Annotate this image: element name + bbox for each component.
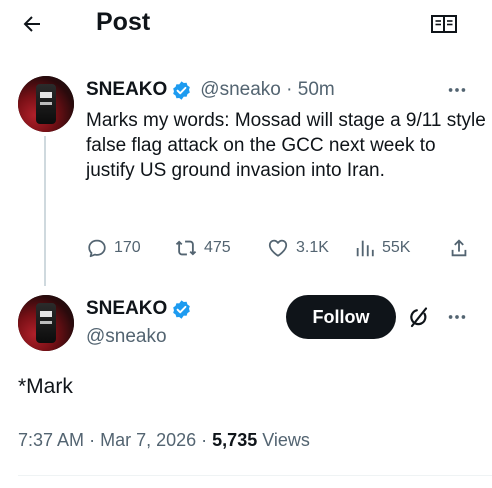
- reply-count: 170: [114, 239, 141, 256]
- parent-avatar[interactable]: [18, 76, 74, 132]
- reply-post-header: SNEAKO: [86, 296, 192, 322]
- follow-button[interactable]: Follow: [286, 295, 396, 339]
- views-label: Views: [262, 430, 310, 450]
- grok-button[interactable]: [404, 302, 434, 332]
- reply-more-button[interactable]: [442, 302, 472, 332]
- views-button[interactable]: 55K: [354, 232, 410, 264]
- share-button[interactable]: [448, 232, 470, 264]
- parent-post-header: SNEAKO @sneako · 50m: [86, 77, 335, 103]
- parent-handle-time: @sneako · 50m: [200, 78, 334, 102]
- post-meta: 7:37 AM · Mar 7, 2026 · 5,735 Views: [18, 427, 310, 453]
- share-icon: [451, 239, 467, 257]
- grok-slash-circle-icon: [410, 307, 428, 328]
- like-button[interactable]: 3.1K: [266, 232, 329, 264]
- more-horizontal-icon: [448, 88, 466, 92]
- parent-more-button[interactable]: [442, 75, 472, 105]
- parent-post-text: Marks my words: Mossad will stage a 9/11…: [86, 110, 486, 181]
- parent-display-name[interactable]: SNEAKO: [86, 78, 167, 102]
- reply-post-text: *Mark: [18, 375, 73, 398]
- verified-badge-icon: [171, 299, 192, 320]
- repost-button[interactable]: 475: [174, 232, 231, 264]
- back-button[interactable]: [14, 6, 50, 42]
- repost-icon: [175, 240, 197, 256]
- views-count: 5,735: [212, 430, 258, 450]
- more-horizontal-icon: [448, 315, 466, 319]
- analytics-bars-icon: [356, 240, 374, 257]
- post-time[interactable]: 7:37 AM: [18, 430, 84, 450]
- open-book-icon: [431, 15, 457, 33]
- reply-handle[interactable]: @sneako: [86, 325, 167, 349]
- parent-action-bar: 170 475 3.1K 55K: [82, 232, 478, 264]
- reply-avatar[interactable]: [18, 295, 74, 351]
- post-date[interactable]: Mar 7, 2026: [100, 430, 196, 450]
- parent-handle[interactable]: @sneako: [200, 79, 281, 100]
- meta-dot: ·: [89, 430, 96, 450]
- like-count: 3.1K: [296, 239, 329, 256]
- reply-display-name[interactable]: SNEAKO: [86, 297, 167, 321]
- views-count-short: 55K: [382, 239, 411, 256]
- separator-dot: ·: [286, 79, 293, 100]
- meta-dot: ·: [201, 430, 208, 450]
- reader-mode-button[interactable]: [426, 6, 462, 42]
- reply-button[interactable]: 170: [86, 232, 141, 264]
- page-title: Post: [96, 8, 151, 36]
- repost-count: 475: [204, 239, 231, 256]
- reply-icon: [88, 239, 106, 258]
- parent-time[interactable]: 50m: [298, 79, 335, 100]
- verified-badge-icon: [171, 80, 192, 101]
- heart-icon: [268, 239, 288, 257]
- divider: [18, 475, 492, 476]
- top-bar: Post: [0, 0, 492, 48]
- arrow-left-icon: [23, 16, 40, 32]
- thread-connector-line: [44, 136, 46, 286]
